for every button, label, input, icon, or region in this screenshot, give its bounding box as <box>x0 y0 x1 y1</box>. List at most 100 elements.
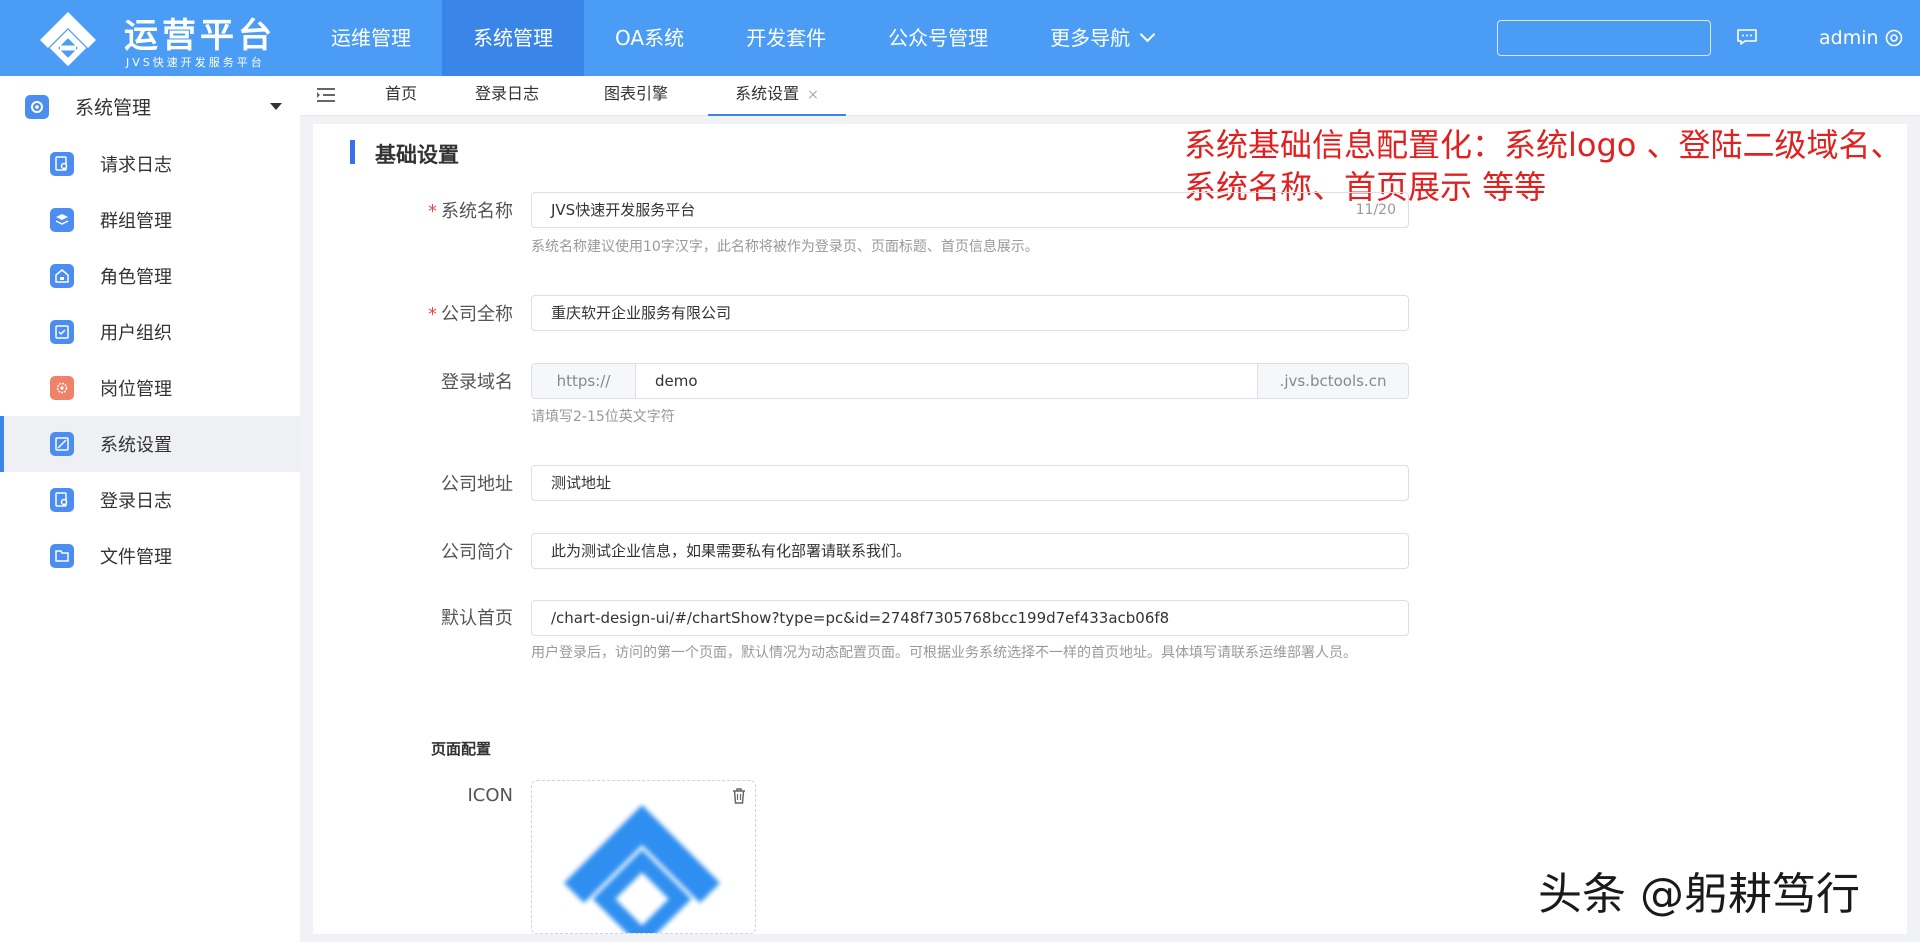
top-header: 运营平台 JVS快速开发服务平台 运维管理 系统管理 OA系统 开发套件 公众号… <box>0 0 1920 76</box>
domain-prefix: https:// <box>532 364 636 398</box>
system-name-hint: 系统名称建议使用10字汉字，此名称将被作为登录页、页面标题、首页信息展示。 <box>531 239 1039 255</box>
sidebar-item-files[interactable]: 文件管理 <box>0 528 300 584</box>
login-log-icon <box>50 488 74 512</box>
sidebar-item-label: 登录日志 <box>100 491 172 512</box>
chevron-down-icon <box>1139 26 1156 43</box>
sidebar-item-role[interactable]: 角色管理 <box>0 248 300 304</box>
logo-subtitle: JVS快速开发服务平台 <box>126 56 265 69</box>
sidebar-item-login-log[interactable]: 登录日志 <box>0 472 300 528</box>
default-home-label: 默认首页 <box>441 608 513 629</box>
tabs-bar: 首页 登录日志 图表引擎 系统设置 × <box>300 76 1920 116</box>
role-icon <box>50 264 74 288</box>
icon-label: ICON <box>467 785 513 806</box>
sidebar-item-org[interactable]: 用户组织 <box>0 304 300 360</box>
caret-down-icon <box>270 103 282 110</box>
sidebar-item-label: 岗位管理 <box>100 379 172 400</box>
login-domain-input[interactable]: demo <box>636 364 1257 398</box>
section-title: 基础设置 <box>375 143 459 167</box>
trash-icon[interactable] <box>731 787 747 805</box>
sidebar-item-label: 角色管理 <box>100 267 172 288</box>
close-icon[interactable]: × <box>807 87 819 103</box>
system-name-value: JVS快速开发服务平台 <box>551 201 696 219</box>
sidebar-item-post[interactable]: 岗位管理 <box>0 360 300 416</box>
tab-label: 系统设置 <box>735 84 800 103</box>
required-mark: * <box>428 201 437 222</box>
sidebar-item-group[interactable]: 群组管理 <box>0 192 300 248</box>
nav-devkit[interactable]: 开发套件 <box>715 0 857 76</box>
gear-icon <box>25 95 49 119</box>
sidebar-item-settings[interactable]: 系统设置 <box>0 416 300 472</box>
tab-chart-engine[interactable]: 图表引擎 <box>590 76 682 116</box>
login-domain-hint: 请填写2-15位英文字符 <box>531 409 675 425</box>
login-domain-label: 登录域名 <box>441 372 513 393</box>
system-name-label: * 系统名称 <box>313 197 513 223</box>
icon-upload[interactable] <box>531 780 756 934</box>
top-search-input[interactable] <box>1497 20 1711 56</box>
system-name-label-text: 系统名称 <box>441 201 513 222</box>
company-name-label-text: 公司全称 <box>441 304 513 325</box>
message-icon[interactable] <box>1736 28 1758 46</box>
sidebar: 系统管理 请求日志 群组管理 角色管理 用户组织 岗位管理 系统设置 登录日志 … <box>0 76 300 942</box>
menu-toggle-icon[interactable] <box>316 87 336 103</box>
nav-ops[interactable]: 运维管理 <box>300 0 442 76</box>
tab-label: 首页 <box>384 84 417 103</box>
company-name-label: * 公司全称 <box>313 300 513 326</box>
domain-suffix: .jvs.bctools.cn <box>1257 364 1408 398</box>
app-logo[interactable]: 运营平台 JVS快速开发服务平台 <box>0 0 300 76</box>
default-home-hint: 用户登录后，访问的第一个页面，默认情况为动态配置页面。可根据业务系统选择不一样的… <box>531 645 1357 661</box>
sidebar-header-label: 系统管理 <box>75 97 152 119</box>
sidebar-header[interactable]: 系统管理 <box>0 76 300 136</box>
section-marker <box>350 140 355 164</box>
main-panel: 基础设置 系统基础信息配置化：系统logo 、登陆二级域名、系统名称、首页展示 … <box>313 124 1907 934</box>
company-intro-label: 公司简介 <box>441 542 513 563</box>
file-icon <box>50 544 74 568</box>
user-settings-icon[interactable] <box>1884 28 1904 48</box>
nav-devkit-label: 开发套件 <box>746 26 827 50</box>
company-name-input[interactable]: 重庆软开企业服务有限公司 <box>531 295 1409 331</box>
sidebar-item-request-log[interactable]: 请求日志 <box>0 136 300 192</box>
log-search-icon <box>50 152 74 176</box>
nav-wechat[interactable]: 公众号管理 <box>857 0 1019 76</box>
nav-oa-label: OA系统 <box>615 26 685 50</box>
logo-mark-icon <box>40 12 96 67</box>
nav-system-label: 系统管理 <box>473 26 553 50</box>
sidebar-item-label: 用户组织 <box>100 323 172 344</box>
login-domain-group: https:// demo .jvs.bctools.cn <box>531 363 1409 399</box>
company-intro-input[interactable]: 此为测试企业信息，如果需要私有化部署请联系我们。 <box>531 533 1409 569</box>
watermark-text: 头条 @躬耕笃行 <box>1538 869 1860 920</box>
tab-label: 图表引擎 <box>603 84 668 103</box>
page-config-title: 页面配置 <box>431 740 492 758</box>
tab-login-log[interactable]: 登录日志 <box>462 76 552 116</box>
org-icon <box>50 320 74 344</box>
default-home-input[interactable]: /chart-design-ui/#/chartShow?type=pc&id=… <box>531 600 1409 636</box>
logo-preview-image <box>564 805 720 933</box>
char-counter: 11/20 <box>1355 202 1396 218</box>
sidebar-item-label: 系统设置 <box>100 435 172 456</box>
system-name-input[interactable]: JVS快速开发服务平台 11/20 <box>531 192 1409 228</box>
tab-home[interactable]: 首页 <box>362 76 440 116</box>
post-gear-icon <box>50 376 74 400</box>
nav-ops-label: 运维管理 <box>331 26 411 50</box>
company-name-value: 重庆软开企业服务有限公司 <box>551 304 732 322</box>
sidebar-item-label: 请求日志 <box>100 155 172 176</box>
nav-more[interactable]: 更多导航 <box>1019 0 1184 76</box>
company-address-value: 测试地址 <box>551 474 612 492</box>
sidebar-item-label: 群组管理 <box>100 211 172 232</box>
top-nav: 运维管理 系统管理 OA系统 开发套件 公众号管理 更多导航 <box>300 0 1184 76</box>
required-mark: * <box>428 304 437 325</box>
group-icon <box>50 208 74 232</box>
tab-label: 登录日志 <box>474 84 539 103</box>
nav-system[interactable]: 系统管理 <box>442 0 584 76</box>
nav-wechat-label: 公众号管理 <box>888 26 989 50</box>
nav-more-label: 更多导航 <box>1050 26 1131 50</box>
company-address-label: 公司地址 <box>441 474 513 495</box>
user-name[interactable]: admin <box>1819 27 1879 49</box>
company-intro-value: 此为测试企业信息，如果需要私有化部署请联系我们。 <box>551 542 912 560</box>
sidebar-item-label: 文件管理 <box>100 547 172 568</box>
default-home-value: /chart-design-ui/#/chartShow?type=pc&id=… <box>551 609 1170 627</box>
settings-icon <box>50 432 74 456</box>
logo-title: 运营平台 <box>124 16 276 56</box>
nav-oa[interactable]: OA系统 <box>584 0 715 76</box>
tab-system-settings[interactable]: 系统设置 × <box>708 76 846 116</box>
company-address-input[interactable]: 测试地址 <box>531 465 1409 501</box>
